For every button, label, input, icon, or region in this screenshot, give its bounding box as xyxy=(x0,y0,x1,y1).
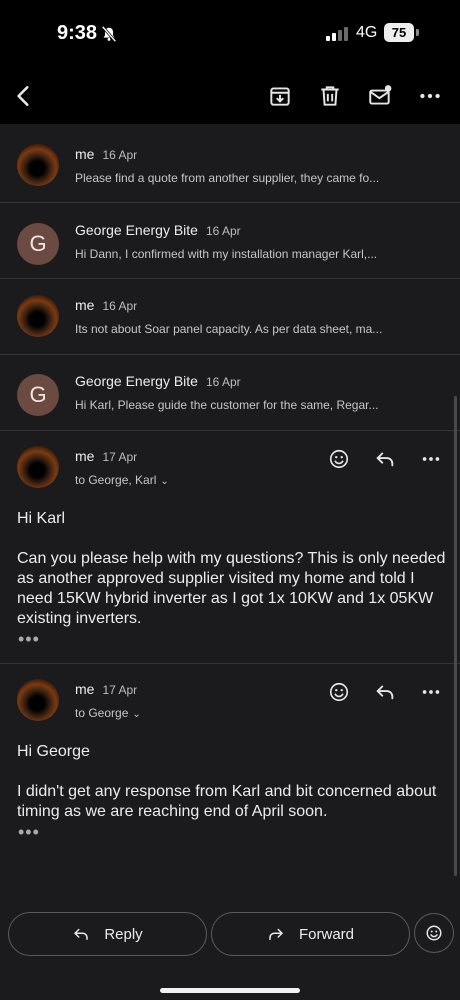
message-snippet: Please find a quote from another supplie… xyxy=(75,171,380,185)
message-snippet: Hi Karl, Please guide the customer for t… xyxy=(75,398,379,412)
message-more-button[interactable] xyxy=(419,447,443,471)
collapsed-message[interactable]: G George Energy Bite 16 Apr Hi Dann, I co… xyxy=(0,203,460,279)
avatar xyxy=(17,295,59,337)
sender-line: me 16 Apr xyxy=(75,146,137,162)
emoji-react-button[interactable] xyxy=(414,913,454,953)
forward-button[interactable]: Forward xyxy=(211,912,410,956)
reply-button[interactable] xyxy=(373,680,397,704)
avatar xyxy=(17,679,59,721)
sender-line: me 17 Apr xyxy=(75,448,137,464)
show-trimmed-button[interactable]: ••• xyxy=(18,629,40,650)
sender-name: George Energy Bite xyxy=(75,222,198,238)
sender-name: me xyxy=(75,681,95,697)
back-button[interactable] xyxy=(10,82,38,110)
mail-unread-icon xyxy=(369,85,392,105)
avatar xyxy=(17,144,59,186)
message-date: 17 Apr xyxy=(102,450,138,464)
message-snippet: Hi Dann, I confirmed with my installatio… xyxy=(75,247,378,261)
message-body: Hi George I didn't get any response from… xyxy=(17,742,447,842)
message-date: 16 Apr xyxy=(205,224,241,238)
bell-muted-icon xyxy=(101,25,117,43)
archive-button[interactable] xyxy=(266,82,294,110)
sender-name: me xyxy=(75,146,95,162)
network-type: 4G xyxy=(356,24,378,41)
toolbar xyxy=(0,70,460,124)
message-date: 16 Apr xyxy=(102,148,138,162)
more-horizontal-icon xyxy=(422,457,440,461)
message-more-button[interactable] xyxy=(419,680,443,704)
sender-name: me xyxy=(75,448,95,464)
sender-line: me 16 Apr xyxy=(75,297,137,313)
email-thread: me 16 Apr Please find a quote from anothe… xyxy=(0,124,460,900)
reply-icon xyxy=(376,452,394,467)
bottom-action-bar: Reply Forward xyxy=(0,900,460,1000)
more-button[interactable] xyxy=(416,82,444,110)
message-body: Hi Karl Can you please help with my ques… xyxy=(17,509,447,649)
mark-unread-button[interactable] xyxy=(366,82,394,110)
avatar xyxy=(17,446,59,488)
react-button[interactable] xyxy=(327,447,351,471)
smiley-icon xyxy=(426,925,442,941)
show-trimmed-button[interactable]: ••• xyxy=(18,822,40,843)
avatar: G xyxy=(17,374,59,416)
battery-tip xyxy=(416,29,419,36)
reply-icon xyxy=(376,685,394,700)
expanded-message: me 17 Apr to George ⌄ Hi George I didn't g… xyxy=(0,664,460,900)
sender-line: George Energy Bite 16 Apr xyxy=(75,222,241,238)
reply-all-button[interactable]: Reply xyxy=(8,912,207,956)
delete-button[interactable] xyxy=(316,82,344,110)
reply-label: Reply xyxy=(104,925,143,943)
more-horizontal-icon xyxy=(420,93,440,99)
smiley-icon xyxy=(329,449,349,469)
signal-icon xyxy=(326,27,348,41)
battery-icon: 75 xyxy=(384,23,414,42)
scrollbar[interactable] xyxy=(454,396,457,876)
reply-button[interactable] xyxy=(373,447,397,471)
collapsed-message[interactable]: G George Energy Bite 16 Apr Hi Karl, Plea… xyxy=(0,355,460,431)
chevron-down-icon: ⌄ xyxy=(132,709,141,720)
message-date: 16 Apr xyxy=(102,299,138,313)
trash-icon xyxy=(321,86,339,106)
reply-icon xyxy=(74,928,89,940)
avatar: G xyxy=(17,223,59,265)
body-paragraph: I didn't get any response from Karl and … xyxy=(17,783,437,820)
sender-name: me xyxy=(75,297,95,313)
sender-line: me 17 Apr xyxy=(75,681,137,697)
forward-icon xyxy=(269,928,283,940)
message-date: 16 Apr xyxy=(205,375,241,389)
collapsed-message[interactable]: me 16 Apr Please find a quote from anothe… xyxy=(0,124,460,203)
recipients: to George, Karl xyxy=(75,473,157,487)
home-indicator xyxy=(160,988,300,993)
collapsed-message[interactable]: me 16 Apr Its not about Soar panel capaci… xyxy=(0,279,460,355)
react-button[interactable] xyxy=(327,680,351,704)
greeting: Hi George xyxy=(17,743,90,760)
recipients-toggle[interactable]: to George ⌄ xyxy=(75,706,141,720)
sender-line: George Energy Bite 16 Apr xyxy=(75,373,241,389)
archive-icon xyxy=(270,87,290,106)
recipients-toggle[interactable]: to George, Karl ⌄ xyxy=(75,473,169,487)
smiley-icon xyxy=(329,682,349,702)
more-horizontal-icon xyxy=(422,690,440,694)
greeting: Hi Karl xyxy=(17,510,66,527)
chevron-left-icon xyxy=(17,86,29,106)
body-paragraph: Can you please help with my questions? T… xyxy=(17,550,446,627)
chevron-down-icon: ⌄ xyxy=(160,476,169,487)
status-bar: 9:38 4G 75 xyxy=(0,0,460,70)
recipients: to George xyxy=(75,706,129,720)
sender-name: George Energy Bite xyxy=(75,373,198,389)
message-date: 17 Apr xyxy=(102,683,138,697)
forward-label: Forward xyxy=(298,925,354,943)
expanded-message: me 17 Apr to George, Karl ⌄ Hi Karl Can yo… xyxy=(0,431,460,664)
message-snippet: Its not about Soar panel capacity. As pe… xyxy=(75,322,383,336)
status-time: 9:38 xyxy=(57,22,98,44)
